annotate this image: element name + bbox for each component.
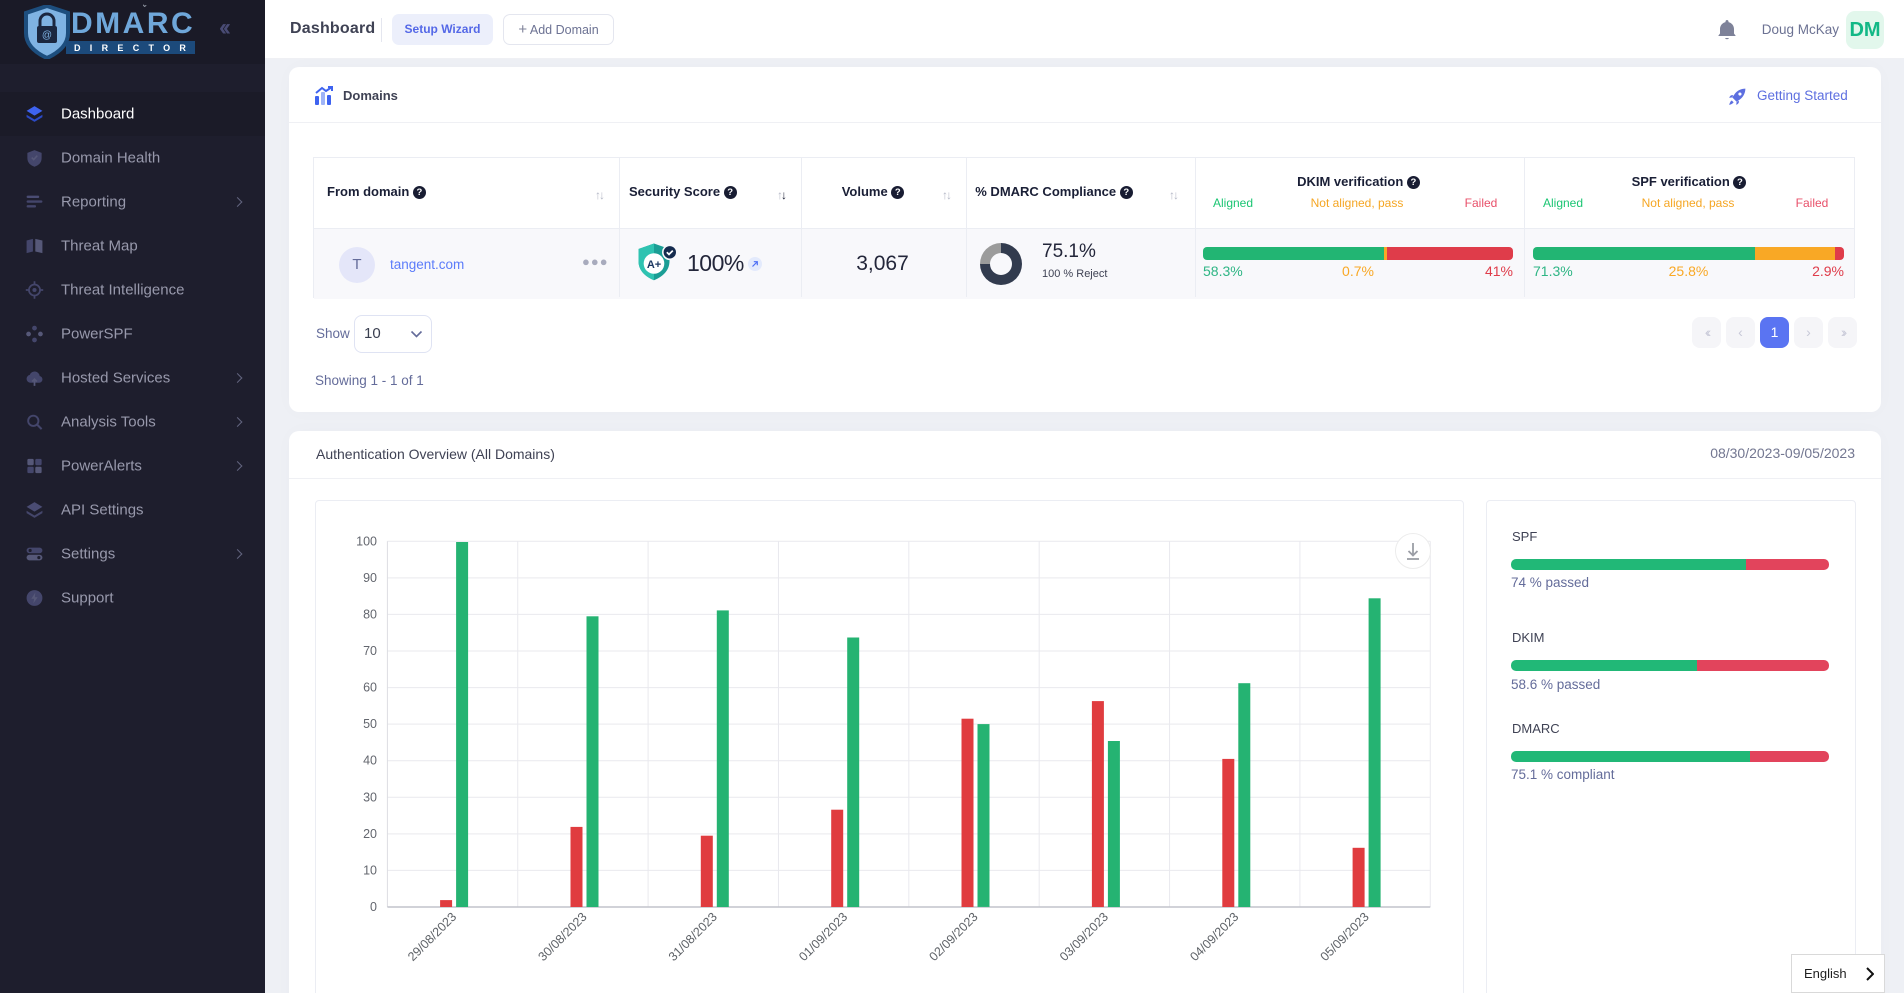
svg-text:70: 70 <box>363 644 377 658</box>
svg-text:31/08/2023: 31/08/2023 <box>666 910 720 964</box>
svg-text:50: 50 <box>363 717 377 731</box>
svg-text:@: @ <box>42 30 52 41</box>
svg-text:29/08/2023: 29/08/2023 <box>405 910 459 964</box>
svg-text:01/09/2023: 01/09/2023 <box>796 910 850 964</box>
svg-text:03/09/2023: 03/09/2023 <box>1057 910 1111 964</box>
svg-text:30/08/2023: 30/08/2023 <box>536 910 590 964</box>
svg-text:10: 10 <box>363 863 377 877</box>
svg-text:90: 90 <box>363 571 377 585</box>
svg-text:80: 80 <box>363 607 377 621</box>
svg-text:04/09/2023: 04/09/2023 <box>1187 910 1241 964</box>
svg-text:40: 40 <box>363 754 377 768</box>
svg-text:02/09/2023: 02/09/2023 <box>927 910 981 964</box>
svg-text:0: 0 <box>370 900 377 914</box>
svg-text:100: 100 <box>356 534 377 548</box>
svg-text:05/09/2023: 05/09/2023 <box>1318 910 1372 964</box>
svg-text:30: 30 <box>363 790 377 804</box>
svg-text:A+: A+ <box>647 259 661 271</box>
svg-text:60: 60 <box>363 681 377 695</box>
svg-text:20: 20 <box>363 827 377 841</box>
